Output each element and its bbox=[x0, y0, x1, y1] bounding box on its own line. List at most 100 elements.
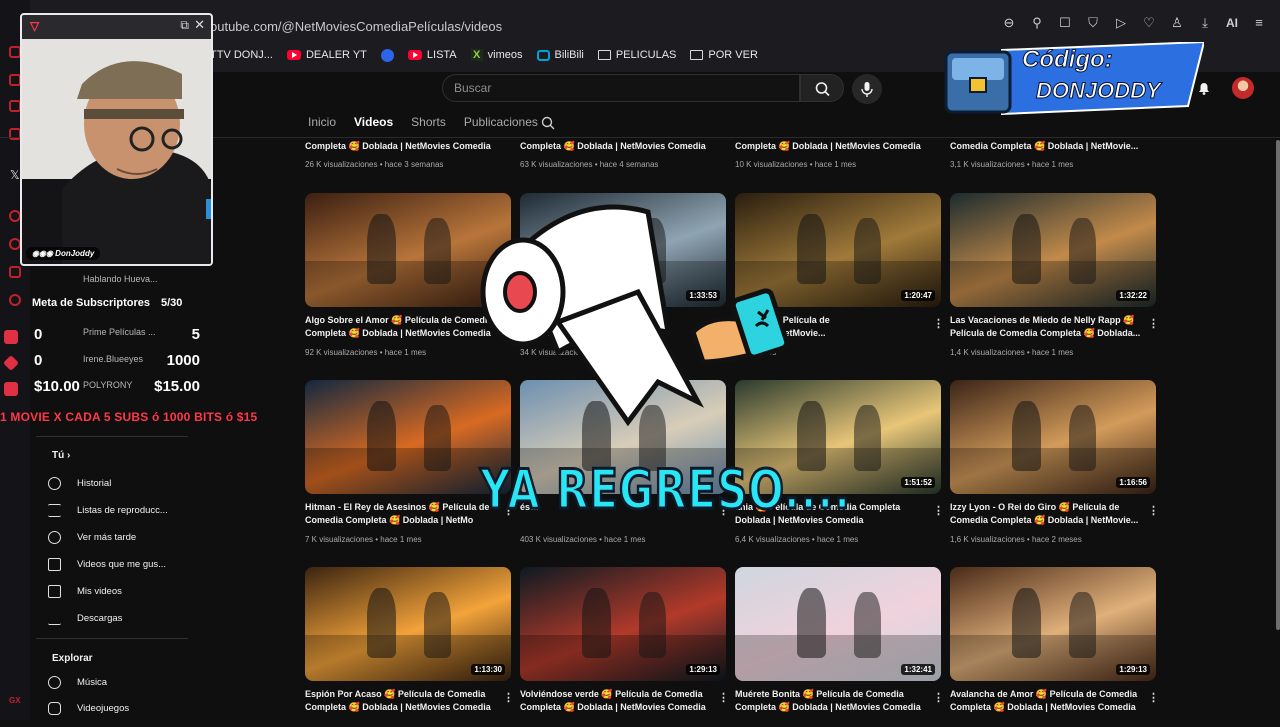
thumbnail-figure bbox=[1011, 400, 1041, 472]
more-options-icon[interactable]: ⋮ bbox=[718, 691, 729, 704]
sidebar-item-label: Videos que me gus... bbox=[77, 559, 167, 570]
sidebar-item-music[interactable]: Música bbox=[48, 676, 107, 689]
video-thumbnail[interactable]: 1:29:13 bbox=[520, 567, 726, 681]
video-card[interactable]: 1:13:30 Espión Por Acaso 🥰 Película de Co… bbox=[305, 567, 514, 727]
more-options-icon[interactable]: ⋮ bbox=[503, 691, 514, 704]
close-icon[interactable]: ✕ bbox=[194, 17, 205, 33]
page-scrollbar[interactable] bbox=[1276, 140, 1280, 630]
gx-icon[interactable]: GX bbox=[9, 696, 21, 705]
sidebar-item-liked[interactable]: Videos que me gus... bbox=[48, 558, 166, 571]
video-title[interactable]: Algo Sobre el Amor 🥰 Película de Comedia bbox=[305, 314, 501, 327]
bookmark-vimeos[interactable]: Xvimeos bbox=[470, 49, 523, 61]
video-title[interactable]: Izzy Lyon - O Rei do Giro 🥰 Película de bbox=[950, 501, 1146, 514]
video-card[interactable]: 1:16:56 Izzy Lyon - O Rei do Giro 🥰 Pelíc… bbox=[950, 380, 1159, 544]
more-options-icon[interactable]: ⋮ bbox=[933, 691, 944, 704]
video-card[interactable]: 1:32:41 Muérete Bonita 🥰 Película de Come… bbox=[735, 567, 944, 727]
video-title-line2[interactable]: Completa 🥰 Doblada | NetMovies Comedia bbox=[305, 327, 501, 340]
bookmark-ttv[interactable]: TTV DONJ... bbox=[210, 49, 273, 61]
menu-icon[interactable]: ≡ bbox=[1252, 16, 1266, 30]
sidebar-item-watch-later[interactable]: Ver más tarde bbox=[48, 531, 136, 544]
bookmark-dealer-yt[interactable]: DEALER YT bbox=[286, 49, 367, 61]
video-thumbnail[interactable]: 1:13:30 bbox=[305, 567, 511, 681]
video-title[interactable]: Avalancha de Amor 🥰 Película de Comedia bbox=[950, 688, 1146, 701]
video-title[interactable]: Las Vacaciones de Miedo de Nelly Rapp 🥰 bbox=[950, 314, 1146, 327]
video-title-line2[interactable]: Comedia Completa 🥰 Doblada | NetMo bbox=[305, 514, 501, 527]
paypal-icon bbox=[4, 382, 18, 396]
bookmark-por-ver[interactable]: POR VER bbox=[690, 49, 758, 61]
popout-icon[interactable]: ⧉ bbox=[180, 18, 189, 33]
search-button[interactable] bbox=[800, 74, 844, 102]
cam-name-label: DonJoddy bbox=[55, 249, 95, 258]
video-title-line2[interactable]: Completa 🥰 Doblada | NetMovies Comedia bbox=[735, 701, 931, 714]
more-options-icon[interactable]: ⋮ bbox=[933, 504, 944, 517]
sidebar-item-gaming[interactable]: Videojuegos bbox=[48, 702, 129, 715]
browser-actions: ⊖ ⚲ ☐ ⛉ ▷ ♡ ♙ ⤓ AI ≡ bbox=[1002, 16, 1266, 31]
bookmark-icon[interactable]: ☐ bbox=[1058, 16, 1072, 30]
more-options-icon[interactable]: ⋮ bbox=[1148, 691, 1159, 704]
send-icon[interactable]: ▷ bbox=[1114, 16, 1128, 30]
video-title[interactable]: Completa 🥰 Doblada | NetMovies Comedia bbox=[520, 140, 716, 153]
thumbnail-figure bbox=[581, 587, 611, 659]
search-input[interactable]: Buscar bbox=[442, 74, 800, 102]
blue-circle-icon bbox=[380, 48, 394, 62]
stat-left: 0 bbox=[34, 326, 43, 343]
bookmark-bilibili[interactable]: BiliBili bbox=[536, 49, 584, 61]
bookmark-label: BiliBili bbox=[554, 49, 584, 61]
bookmark-lista[interactable]: LISTA bbox=[407, 49, 457, 61]
video-duration: 1:29:13 bbox=[686, 664, 720, 675]
streamer-portrait bbox=[22, 39, 211, 264]
voice-search-button[interactable] bbox=[852, 74, 882, 104]
sidebar-item-playlists[interactable]: Listas de reproducc... bbox=[48, 504, 168, 517]
video-title-line2[interactable]: Completa 🥰 Doblada | NetMovies Comedia bbox=[305, 701, 501, 714]
more-options-icon[interactable]: ⋮ bbox=[1148, 504, 1159, 517]
bookmark-peliculas[interactable]: PELICULAS bbox=[597, 49, 676, 61]
video-title[interactable]: Completa 🥰 Doblada | NetMovies Comedia bbox=[305, 140, 501, 153]
video-card[interactable]: 1:32:22 Las Vacaciones de Miedo de Nelly … bbox=[950, 193, 1159, 357]
tab-shorts[interactable]: Shorts bbox=[411, 115, 446, 129]
goal-label: Meta de Subscriptores bbox=[32, 297, 150, 309]
video-title[interactable]: Hitman - El Rey de Asesinos 🥰 Película d… bbox=[305, 501, 501, 514]
shield-icon[interactable]: ⛉ bbox=[1086, 16, 1100, 30]
video-title-line2[interactable]: Película de Comedia Completa 🥰 Doblada..… bbox=[950, 327, 1146, 340]
account-icon[interactable]: ♙ bbox=[1170, 16, 1184, 30]
pin-icon[interactable]: ⚲ bbox=[1030, 16, 1044, 30]
video-thumbnail[interactable]: 1:29:13 bbox=[950, 567, 1156, 681]
zoom-icon[interactable]: ⊖ bbox=[1002, 16, 1016, 30]
code-title: Código: bbox=[1022, 46, 1114, 74]
sidebar-item-my-videos[interactable]: Mis videos bbox=[48, 585, 122, 598]
avatar[interactable] bbox=[1232, 77, 1254, 99]
thumbnail-figure bbox=[424, 592, 452, 659]
video-thumbnail[interactable]: 1:16:56 bbox=[950, 380, 1156, 494]
video-title-line2[interactable]: Completa 🥰 Doblada | NetMovies Comedia bbox=[520, 701, 716, 714]
thumbnail-figure bbox=[854, 405, 882, 472]
heart-icon[interactable]: ♡ bbox=[1142, 16, 1156, 30]
sidebar-item-downloads[interactable]: Descargas bbox=[48, 612, 122, 625]
video-duration: 1:32:22 bbox=[1116, 290, 1150, 301]
x-icon[interactable]: 𝕏 bbox=[10, 168, 20, 182]
tab-inicio[interactable]: Inicio bbox=[308, 115, 336, 129]
more-options-icon[interactable]: ⋮ bbox=[933, 317, 944, 330]
video-title[interactable]: Completa 🥰 Doblada | NetMovies Comedia bbox=[735, 140, 931, 153]
more-options-icon[interactable]: ⋮ bbox=[1148, 317, 1159, 330]
tab-videos[interactable]: Videos bbox=[354, 115, 393, 129]
video-title[interactable]: Volviéndose verde 🥰 Película de Comedia bbox=[520, 688, 716, 701]
download-icon[interactable]: ⤓ bbox=[1198, 16, 1212, 30]
video-thumbnail[interactable]: 1:32:41 bbox=[735, 567, 941, 681]
channel-search-icon[interactable] bbox=[540, 115, 556, 131]
video-card[interactable]: 1:29:13 Volviéndose verde 🥰 Película de C… bbox=[520, 567, 729, 727]
video-title[interactable]: Espión Por Acaso 🥰 Película de Comedia bbox=[305, 688, 501, 701]
video-title-line2[interactable]: Comedia Completa 🥰 Doblada | NetMovie... bbox=[950, 514, 1146, 527]
sidebar-item-historial[interactable]: Historial bbox=[48, 477, 111, 490]
bookmark-blue[interactable] bbox=[380, 48, 394, 62]
video-meta: 92 K visualizaciones • hace 1 mes bbox=[305, 348, 427, 357]
ai-button[interactable]: AI bbox=[1226, 16, 1238, 30]
tab-publicaciones[interactable]: Publicaciones bbox=[464, 115, 538, 129]
video-title[interactable]: Comedia Completa 🥰 Doblada | NetMovie... bbox=[950, 140, 1146, 153]
video-title-line2[interactable]: Completa 🥰 Doblada | NetMovies Comedia bbox=[950, 701, 1146, 714]
video-thumbnail[interactable]: 1:32:22 bbox=[950, 193, 1156, 307]
rail-icon[interactable] bbox=[9, 266, 21, 278]
video-title[interactable]: Muérete Bonita 🥰 Película de Comedia bbox=[735, 688, 931, 701]
sidebar-you-heading[interactable]: Tú › bbox=[52, 450, 70, 461]
thumbs-up-icon bbox=[48, 558, 61, 571]
video-card[interactable]: 1:29:13 Avalancha de Amor 🥰 Película de C… bbox=[950, 567, 1159, 727]
